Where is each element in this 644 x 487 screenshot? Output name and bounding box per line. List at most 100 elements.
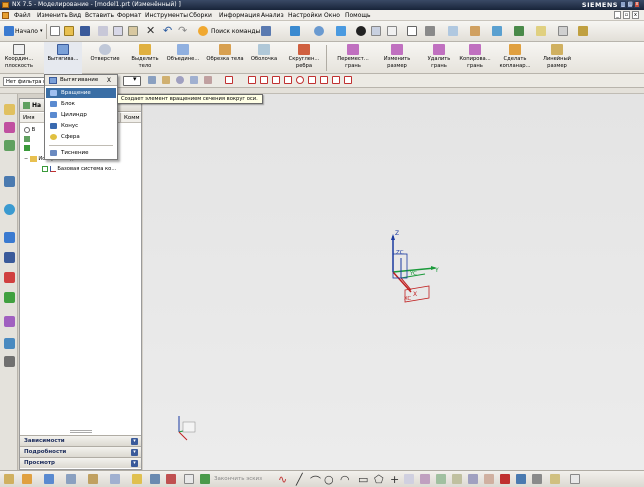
collapse-icon[interactable]: − [24,155,28,164]
menu-file[interactable]: Файл [14,10,31,21]
dropdown-close-button[interactable]: X [107,75,111,86]
line-icon[interactable]: ╱ [296,473,303,486]
snap-center-icon[interactable] [296,76,304,84]
menu-item-block[interactable]: Блок [46,99,116,109]
dimension-icon[interactable] [550,474,560,484]
assembly-navigator-icon[interactable] [4,104,15,115]
menu-insert[interactable]: Вставить [85,10,114,21]
profile-icon[interactable]: ∿ [278,473,287,486]
menu-analysis[interactable]: Анализ [261,10,284,21]
sketch-plane-icon[interactable] [4,474,14,484]
offset-curve-icon[interactable] [404,474,414,484]
show-constraints-icon[interactable] [184,474,194,484]
chevron-down-icon[interactable]: ▾ [131,438,138,445]
extract-body-button[interactable]: Выделить тело [126,42,164,74]
column-comment[interactable]: Комм [121,113,141,123]
cube-view-icon[interactable] [336,26,346,36]
sketch-icon[interactable] [470,26,480,36]
auto-constraint-icon[interactable] [166,474,176,484]
tree-row-sketches[interactable] [24,144,30,153]
graphics-window[interactable]: Z ZC Y YC X XC [143,94,644,470]
menu-item-revolve[interactable]: Вращение [46,88,116,98]
zoom-icon[interactable] [204,76,212,84]
trim-body-button[interactable]: Обрезка тела [206,42,244,74]
snap-mid-icon[interactable] [260,76,268,84]
measure-icon[interactable] [536,26,546,36]
make-corner-icon[interactable] [484,474,494,484]
point-icon[interactable]: + [390,473,399,486]
snap-on-face-icon[interactable] [344,76,352,84]
extend-icon[interactable] [468,474,478,484]
snap-intersect-icon[interactable] [284,76,292,84]
rotate-icon[interactable] [176,76,184,84]
menu-view[interactable]: Вид [69,10,81,21]
tree-row-datum-csys[interactable]: Базовая система ко... [42,165,116,174]
start-dropdown-icon[interactable]: ▾ [40,21,43,42]
rectangle-icon[interactable]: ▭ [358,473,368,486]
maximize-button[interactable]: □ [627,1,633,8]
hole-button[interactable]: Отверстие [86,42,124,74]
resize-button[interactable]: Изменить размер [378,42,416,74]
convert-reference-icon[interactable] [532,474,542,484]
menu-help[interactable]: Помощь [345,10,371,21]
redo-icon[interactable]: ↷ [178,24,187,37]
command-finder-button[interactable]: Поиск команды [211,21,260,42]
pan-icon[interactable] [190,76,198,84]
select-all-icon[interactable] [162,76,170,84]
copy-face-button[interactable]: Копирова... грань [456,42,494,74]
roles-icon[interactable] [4,316,15,327]
make-coplanar-button[interactable]: Сделать копланар... [496,42,534,74]
shell-button[interactable]: Оболочка [245,42,283,74]
finish-sketch-button[interactable]: Закончить эскиз [214,471,262,487]
menu-item-cone[interactable]: Конус [46,121,116,131]
circle-icon[interactable]: ○ [324,473,334,486]
menu-item-emboss[interactable]: Тиснение [46,148,116,158]
chevron-down-icon[interactable]: ▾ [131,449,138,456]
delete-icon[interactable]: ✕ [146,24,155,37]
new-file-icon[interactable] [50,26,60,36]
web-browser-icon[interactable] [4,204,15,215]
assembly-icon[interactable] [448,26,458,36]
splitter-handle[interactable] [70,430,92,433]
cut-icon[interactable] [98,26,108,36]
arc-icon[interactable]: ⌒ [310,473,321,487]
hide-icon[interactable] [425,26,435,36]
start-button[interactable]: Начало [15,21,38,42]
manufacturing-wizard-icon[interactable] [4,292,15,303]
snap-quadrant-icon[interactable] [308,76,316,84]
type-filter-select[interactable] [123,76,141,86]
curve-icon[interactable] [492,26,502,36]
part-navigator-icon[interactable] [4,140,15,151]
minimize-button[interactable]: _ [620,1,626,8]
copy-icon[interactable] [113,26,123,36]
mirror-icon[interactable] [420,474,430,484]
background-icon[interactable] [387,26,397,36]
grid-icon[interactable] [558,26,568,36]
delay-eval-icon[interactable] [110,474,120,484]
filter-icon[interactable] [148,76,156,84]
snap-end-icon[interactable] [248,76,256,84]
menu-tools[interactable]: Инструменты [145,10,188,21]
section-dependencies[interactable]: Зависимости ▾ [20,435,141,446]
fit-view-icon[interactable] [290,26,300,36]
shell-icon-left[interactable] [4,356,15,367]
menu-assemblies[interactable]: Сборки [189,10,212,21]
move-face-button[interactable]: Перемест... грань [334,42,372,74]
update-model-icon[interactable] [88,474,98,484]
snap-point-icon[interactable] [320,76,328,84]
reattach-icon[interactable] [66,474,76,484]
open-folder-icon[interactable] [64,26,74,36]
menu-window[interactable]: Окно [324,10,340,21]
chevron-down-icon[interactable]: ▾ [131,460,138,467]
linear-dimension-button[interactable]: Линейный размер [538,42,576,74]
close-button[interactable]: x [634,1,640,8]
fillet-icon[interactable]: ◠ [340,473,350,486]
snap-on-curve-icon[interactable] [332,76,340,84]
orient-sketch-icon[interactable] [44,474,54,484]
rectangle-select-icon[interactable] [225,76,233,84]
edge-blend-button[interactable]: Скруглен... ребра [285,42,323,74]
unite-button[interactable]: Объедине... [164,42,202,74]
datum-plane-button[interactable]: Координ... плоскость [0,42,38,74]
polygon-icon[interactable]: ⬠ [374,473,384,486]
doc-minimize-button[interactable]: _ [614,11,621,19]
